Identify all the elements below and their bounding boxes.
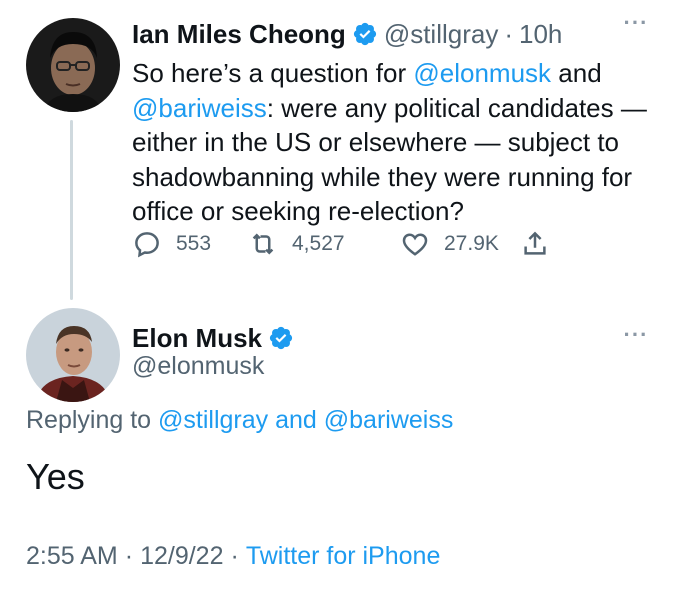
mention-bariweiss[interactable]: @bariweiss	[324, 406, 454, 434]
tweet1-header: Ian Miles Cheong @stillgray · 10h	[132, 14, 562, 54]
text-segment: So here’s a question for	[132, 58, 414, 88]
reply-icon	[135, 232, 159, 258]
tweet2-header: Elon Musk	[132, 320, 300, 356]
share-button[interactable]	[520, 224, 564, 264]
verified-badge-icon	[269, 326, 293, 350]
mention-elonmusk[interactable]: @elonmusk	[413, 58, 551, 88]
like-icon	[402, 233, 428, 256]
retweet-count: 4,527	[292, 232, 345, 255]
text-segment: : were any political candidates —	[266, 92, 647, 123]
text-segment: office or seeking re-election?	[132, 196, 464, 226]
tweet-actions-bar: 553 4,527 27.9K	[132, 224, 652, 264]
reply-button[interactable]: 553	[132, 224, 211, 264]
author-handle[interactable]: @elonmusk	[132, 352, 264, 381]
avatar-photo	[26, 18, 120, 112]
separator-dot: ·	[504, 18, 514, 49]
tweet-text: So here’s a question for @elonmusk and @b…	[132, 56, 657, 229]
separator-dot: ·	[124, 542, 134, 570]
text-segment: shadowbanning while they were running fo…	[132, 161, 633, 192]
replying-prefix: Replying to	[26, 406, 159, 434]
more-options-icon[interactable]: ···	[616, 324, 656, 354]
reply-count: 553	[176, 232, 212, 255]
avatar-elon-musk[interactable]	[26, 308, 120, 402]
retweet-icon	[252, 233, 274, 255]
share-icon	[524, 231, 546, 255]
verified-badge-icon	[353, 22, 376, 46]
author-handle[interactable]: @stillgray	[384, 19, 499, 50]
like-button[interactable]: 27.9K	[400, 224, 499, 264]
tweet-time[interactable]: 2:55 AM	[26, 542, 118, 570]
replying-to-line: Replying to @stillgray and @bariweiss	[26, 406, 453, 435]
mention-bariweiss[interactable]: @bariweiss	[132, 93, 267, 123]
replying-and: and	[268, 406, 324, 434]
tweet-date[interactable]: 12/9/22	[140, 542, 223, 570]
tweet-text: Yes	[26, 456, 85, 497]
tweet-timestamp[interactable]: 10h	[519, 19, 562, 50]
separator-dot: ·	[230, 542, 239, 570]
thread-connector-line	[70, 120, 73, 300]
tweet-source-link[interactable]: Twitter for iPhone	[246, 542, 441, 570]
retweet-button[interactable]: 4,527	[248, 224, 345, 264]
text-segment: and	[551, 58, 602, 88]
tweet-meta: 2:55 AM · 12/9/22 · Twitter for iPhone	[26, 542, 440, 571]
mention-stillgray[interactable]: @stillgray	[158, 406, 268, 434]
more-options-icon[interactable]: ···	[616, 12, 656, 42]
author-name[interactable]: Ian Miles Cheong	[132, 19, 346, 50]
text-segment: either in the US or elsewhere — subject …	[132, 127, 620, 157]
author-name[interactable]: Elon Musk	[132, 323, 262, 354]
avatar-ian-miles-cheong[interactable]	[26, 18, 120, 112]
avatar-photo	[26, 308, 120, 402]
like-count: 27.9K	[444, 232, 499, 255]
